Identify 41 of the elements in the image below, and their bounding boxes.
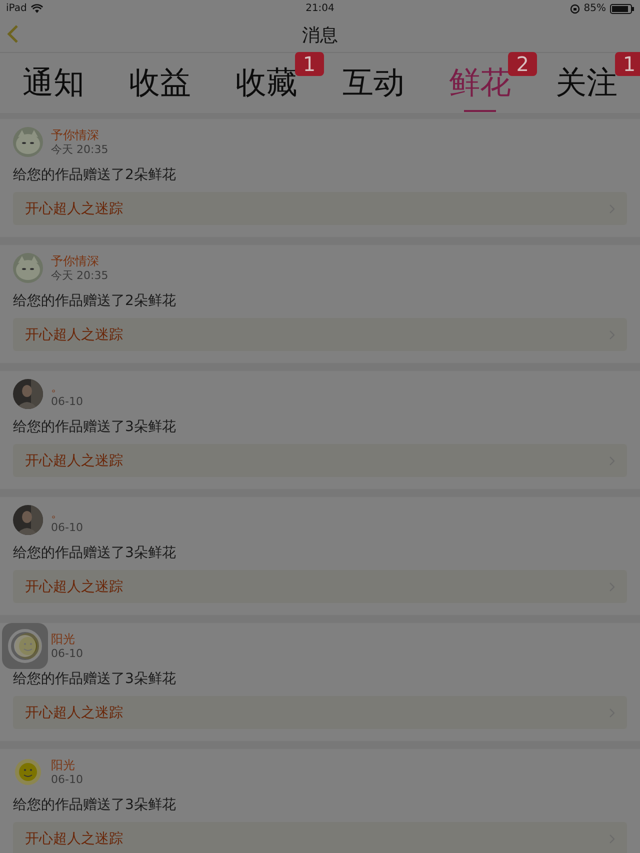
- message-text: 给您的作品赠送了3朵鲜花: [13, 544, 177, 562]
- timestamp: 06-10: [51, 647, 83, 660]
- work-link[interactable]: 开心超人之迷踪: [13, 570, 627, 603]
- timestamp: 06-10: [51, 521, 83, 534]
- battery-icon: [610, 4, 634, 14]
- user-name[interactable]: 阳光: [51, 632, 83, 647]
- count-badge: 2: [508, 52, 537, 76]
- timestamp: 今天 20:35: [51, 269, 108, 282]
- message-text: 给您的作品赠送了3朵鲜花: [13, 418, 177, 436]
- rotation-lock-icon: [570, 4, 580, 14]
- work-link[interactable]: 开心超人之迷踪: [13, 444, 627, 477]
- user-name[interactable]: 予你情深: [51, 128, 108, 143]
- count-badge: 1: [614, 52, 640, 76]
- timestamp: 今天 20:35: [51, 143, 108, 156]
- user-name[interactable]: 。: [51, 506, 83, 521]
- tab[interactable]: 鲜花: [448, 62, 511, 104]
- message-text: 给您的作品赠送了3朵鲜花: [13, 796, 177, 814]
- device-name: iPad: [6, 3, 27, 14]
- count-badge: 1: [294, 52, 324, 76]
- work-link[interactable]: 开心超人之迷踪: [13, 192, 627, 225]
- wifi-icon: [30, 4, 43, 13]
- timestamp: 06-10: [51, 395, 83, 408]
- battery-percent: 85%: [584, 3, 606, 14]
- page-title: 消息: [302, 24, 338, 46]
- message-text: 给您的作品赠送了2朵鲜花: [13, 166, 177, 184]
- timestamp: 06-10: [51, 773, 83, 786]
- work-link[interactable]: 开心超人之迷踪: [13, 822, 627, 853]
- message-text: 给您的作品赠送了2朵鲜花: [13, 292, 177, 310]
- back-button[interactable]: [6, 24, 20, 44]
- user-name[interactable]: 予你情深: [51, 254, 108, 269]
- clock: 21:04: [306, 3, 334, 14]
- tab[interactable]: 互动: [342, 62, 404, 104]
- tab[interactable]: 通知: [22, 62, 84, 104]
- message-text: 给您的作品赠送了3朵鲜花: [13, 670, 177, 688]
- work-link[interactable]: 开心超人之迷踪: [13, 696, 627, 729]
- user-name[interactable]: 阳光: [51, 758, 83, 773]
- user-name[interactable]: 。: [51, 380, 83, 395]
- assistive-touch-button[interactable]: [2, 623, 48, 669]
- tab[interactable]: 收益: [128, 62, 191, 104]
- work-link[interactable]: 开心超人之迷踪: [13, 318, 627, 351]
- tab-underline: [464, 110, 496, 112]
